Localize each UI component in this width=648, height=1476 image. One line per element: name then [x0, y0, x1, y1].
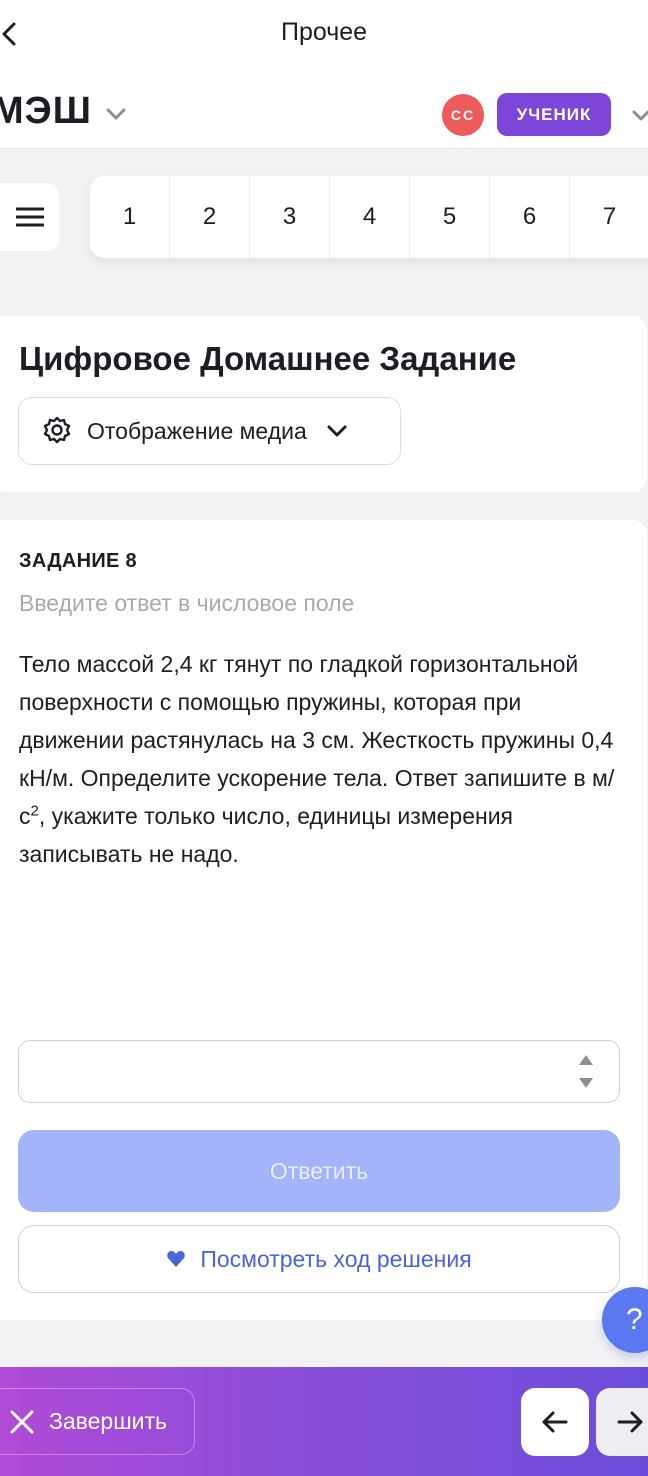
view-solution-button[interactable]: Посмотреть ход решения: [18, 1225, 620, 1293]
media-display-dropdown[interactable]: Отображение медиа: [18, 397, 401, 465]
finish-button[interactable]: Завершить: [0, 1388, 195, 1455]
task-text: Тело массой 2,4 кг тянут по гладкой гори…: [19, 645, 624, 873]
menu-button[interactable]: [0, 183, 59, 251]
avatar[interactable]: СС: [442, 94, 484, 136]
task-number-2[interactable]: 2: [170, 176, 250, 258]
app-header: МЭШ СС УЧЕНИК: [0, 70, 648, 149]
task-number-5[interactable]: 5: [410, 176, 490, 258]
spin-up-icon[interactable]: [579, 1055, 593, 1065]
task-text-superscript: 2: [30, 802, 39, 820]
task-number-7[interactable]: 7: [570, 176, 648, 258]
heart-icon: [167, 1251, 186, 1267]
media-display-label: Отображение медиа: [87, 417, 307, 444]
chevron-down-icon: [327, 425, 347, 437]
top-bar: Прочее: [0, 0, 648, 70]
homework-title: Цифровое Домашнее Задание: [19, 340, 517, 377]
spin-down-icon[interactable]: [579, 1078, 593, 1088]
task-text-tail: , укажите только число, единицы измерени…: [19, 803, 514, 867]
next-task-button[interactable]: [596, 1388, 648, 1456]
task-number-1[interactable]: 1: [90, 176, 170, 258]
app-logo[interactable]: МЭШ: [0, 90, 92, 133]
arrow-right-icon: [617, 1411, 643, 1433]
task-hint: Введите ответ в числовое поле: [19, 590, 355, 616]
task-number-4[interactable]: 4: [330, 176, 410, 258]
chevron-down-icon[interactable]: [630, 108, 648, 124]
answer-button[interactable]: Ответить: [18, 1130, 620, 1212]
view-solution-label: Посмотреть ход решения: [200, 1245, 472, 1272]
gear-icon: [43, 416, 71, 444]
task-number-strip: 1 2 3 4 5 6 7: [90, 176, 648, 258]
page-title: Прочее: [280, 18, 368, 46]
task-number-6[interactable]: 6: [490, 176, 570, 258]
help-icon: ?: [626, 1303, 643, 1336]
task-number-3[interactable]: 3: [250, 176, 330, 258]
role-badge[interactable]: УЧЕНИК: [497, 93, 611, 136]
hamburger-icon: [15, 207, 44, 227]
previous-task-button[interactable]: [521, 1388, 589, 1456]
close-icon: [10, 1410, 34, 1433]
task-label: ЗАДАНИЕ 8: [19, 550, 137, 572]
answer-number-input[interactable]: [18, 1040, 620, 1103]
arrow-left-icon: [542, 1411, 568, 1433]
chevron-down-icon[interactable]: [104, 106, 128, 122]
finish-label: Завершить: [49, 1408, 168, 1434]
